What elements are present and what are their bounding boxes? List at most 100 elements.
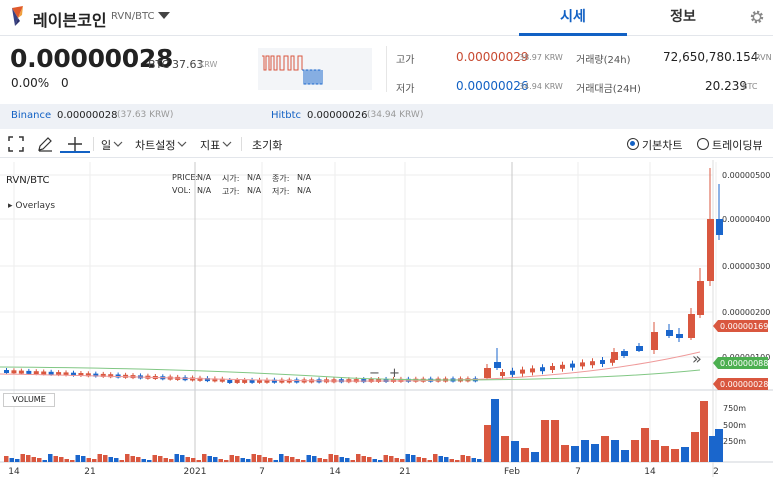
volume-bar (356, 454, 361, 462)
ohlc-high-label: 고가: (222, 187, 240, 196)
chart-background (0, 160, 773, 477)
candle-body (600, 360, 605, 364)
tab-market[interactable]: 시세 (519, 0, 627, 36)
volume-tick-label: 250m (723, 437, 746, 446)
exchange-price-row: Binance 0.00000028 (37.63 KRW) Hitbtc 0.… (0, 104, 773, 129)
volume-bar (169, 459, 174, 462)
exchange-price-binance: 0.00000028 (57, 110, 118, 121)
volume-bar (394, 458, 399, 462)
volume-bar (378, 460, 383, 462)
y-tick-label: 0.00000300 (722, 262, 770, 271)
volume-bar (53, 456, 58, 462)
zoom-out-button[interactable]: − (369, 366, 380, 381)
volume-bar (306, 455, 311, 462)
low-value: 0.00000026 (456, 79, 529, 93)
volume-bar (389, 456, 394, 462)
gear-icon[interactable] (749, 9, 765, 25)
amount-24h-unit: BTC (742, 82, 758, 91)
volume-bar (152, 455, 157, 462)
candle-body (676, 334, 683, 338)
volume-bar (295, 459, 300, 462)
volume-bar (37, 458, 42, 462)
price-tag-label: 0.00000169 (720, 322, 768, 331)
change-amount: 0 (61, 76, 69, 90)
x-tick-label: 2 (713, 467, 719, 477)
candle-body (707, 219, 714, 281)
candlestick-chart[interactable]: 0.00000500 0.00000400 0.00000300 0.00000200… (0, 160, 773, 477)
scroll-right-button[interactable]: » (692, 349, 702, 368)
volume-bar (158, 456, 163, 462)
volume-bar (411, 455, 416, 462)
candle-body (494, 362, 501, 368)
volume-bar (174, 454, 179, 462)
price-unit: BTC (148, 58, 170, 71)
candle-body (611, 352, 618, 360)
indicator-menu[interactable]: 지표 (200, 137, 220, 153)
candle-body (41, 371, 47, 375)
volume-bar (691, 432, 699, 462)
ohlc-price-label: PRICE: (172, 173, 199, 182)
chevron-down-icon (113, 141, 123, 147)
volume-bar (191, 458, 196, 462)
candle-body (697, 281, 704, 315)
coin-pair: RVN/BTC (111, 11, 155, 22)
volume-bar (224, 460, 229, 462)
volume-bar (92, 459, 97, 462)
ohlc-open-value: N/A (247, 173, 262, 182)
ohlc-open-label: 시가: (222, 174, 240, 183)
toolbar-divider (241, 137, 242, 151)
price-tag-label: 0.00000088 (720, 359, 768, 368)
basic-chart-label[interactable]: 기본차트 (642, 137, 682, 153)
high-krw: 38.97 KRW (519, 53, 563, 62)
exchange-name-binance[interactable]: Binance (11, 110, 51, 121)
chevron-down-icon (177, 141, 187, 147)
exchange-price-hitbtc: 0.00000026 (307, 110, 368, 121)
volume-bar (400, 459, 405, 462)
candle-body (580, 362, 585, 367)
volume-tick-label: 750m (723, 404, 746, 413)
basic-chart-radio[interactable] (627, 138, 639, 150)
tab-info[interactable]: 정보 (632, 0, 734, 36)
volume-bar (501, 436, 509, 462)
tradingview-label[interactable]: 트레이딩뷰 (712, 137, 763, 153)
pencil-icon[interactable] (37, 136, 53, 152)
candle-body (530, 368, 535, 373)
volume-tick-label: 500m (723, 421, 746, 430)
tradingview-radio[interactable] (697, 138, 709, 150)
fullscreen-icon[interactable] (8, 136, 24, 152)
candle-body (570, 363, 575, 368)
volume-bar (196, 460, 201, 462)
exchange-name-hitbtc[interactable]: Hitbtc (271, 110, 301, 121)
volume-bar (466, 456, 471, 462)
overlays-label[interactable]: Overlays (15, 201, 55, 211)
candle-body (500, 372, 505, 376)
interval-select[interactable]: 일 (101, 137, 111, 153)
volume-bar (114, 458, 119, 462)
crosshair-active-indicator (60, 151, 90, 153)
zoom-in-button[interactable]: + (389, 366, 400, 381)
volume-bar (551, 420, 559, 462)
volume-bar (31, 457, 36, 462)
amount-24h-label: 거래대금(24H) (576, 84, 641, 95)
volume-bar (350, 460, 355, 462)
volume-bar (207, 456, 212, 462)
price-sparkline (258, 48, 372, 90)
volume-bar (631, 440, 639, 462)
volume-bar (477, 459, 482, 462)
crosshair-icon[interactable] (67, 136, 83, 152)
candle-body (621, 351, 628, 356)
high-label: 고가 (396, 55, 415, 66)
chart-settings-menu[interactable]: 차트설정 (135, 137, 175, 153)
candle-body (560, 364, 565, 369)
candle-body (688, 314, 695, 338)
low-krw: 34.94 KRW (519, 82, 563, 91)
volume-bar (147, 460, 152, 462)
coin-dropdown-icon[interactable] (158, 12, 170, 19)
reset-button[interactable]: 초기화 (252, 137, 282, 153)
volume-bar (541, 420, 549, 462)
overlays-toggle[interactable]: ▸ Overlays (8, 201, 55, 211)
volume-bar (367, 457, 372, 462)
volume-bar (273, 460, 278, 462)
volume-bar (460, 455, 465, 462)
volume-bar (334, 455, 339, 462)
